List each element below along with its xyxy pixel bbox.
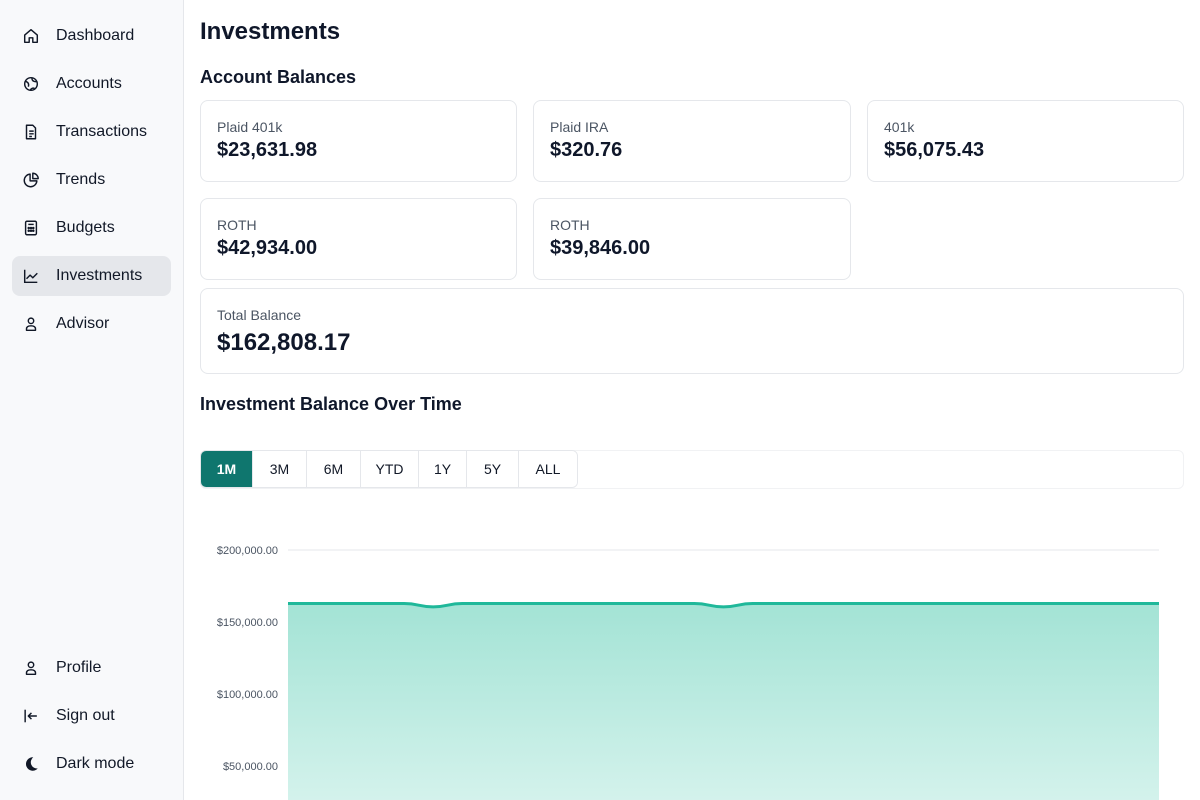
sidebar-item-label: Accounts	[56, 75, 122, 92]
chart-title: Investment Balance Over Time	[200, 394, 462, 414]
receipt-icon	[22, 123, 40, 141]
page-title: Investments	[200, 18, 341, 45]
sidebar-item-dark-mode[interactable]: Dark mode	[12, 744, 171, 784]
home-icon	[22, 27, 40, 45]
account-card[interactable]: ROTH $42,934.00	[200, 198, 517, 280]
total-balance-label: Total Balance	[217, 307, 302, 323]
line-chart-icon	[22, 267, 40, 285]
account-card[interactable]: Plaid 401k $23,631.98	[200, 100, 517, 182]
account-name: ROTH	[550, 217, 590, 233]
sidebar: Dashboard Accounts Transactions Trends Budge…	[0, 0, 184, 800]
y-tick-label: $200,000.00	[217, 545, 278, 557]
sidebar-item-label: Budgets	[56, 219, 115, 236]
calculator-icon	[22, 219, 40, 237]
sidebar-item-label: Sign out	[56, 707, 115, 724]
sidebar-item-sign-out[interactable]: Sign out	[12, 696, 171, 736]
sidebar-item-dashboard[interactable]: Dashboard	[12, 16, 171, 56]
total-balance-value: $162,808.17	[217, 329, 351, 356]
range-button-ytd[interactable]: YTD	[361, 451, 419, 487]
sidebar-item-label: Advisor	[56, 315, 110, 332]
y-tick-label: $50,000.00	[223, 761, 278, 773]
investment-balance-chart: $200,000.00 $150,000.00 $100,000.00 $50,000…	[217, 545, 1159, 800]
pie-chart-icon	[22, 171, 40, 189]
moon-icon	[22, 755, 40, 773]
sidebar-item-advisor[interactable]: Advisor	[12, 304, 171, 344]
sidebar-item-label: Profile	[56, 659, 102, 676]
range-button-1m[interactable]: 1M	[201, 451, 253, 487]
total-balance-card: Total Balance $162,808.17	[200, 288, 1184, 374]
range-button-6m[interactable]: 6M	[307, 451, 361, 487]
account-card[interactable]: ROTH $39,846.00	[533, 198, 851, 280]
globe-icon	[22, 75, 40, 93]
sidebar-item-label: Transactions	[56, 123, 147, 140]
account-balances-title: Account Balances	[200, 67, 357, 87]
user-icon	[22, 315, 40, 333]
account-card[interactable]: 401k $56,075.43	[867, 100, 1184, 182]
main-content: Investments Account Balances Plaid 401k …	[200, 0, 1184, 800]
user-icon	[22, 659, 40, 677]
y-tick-label: $150,000.00	[217, 617, 278, 629]
sidebar-item-accounts[interactable]: Accounts	[12, 64, 171, 104]
sidebar-item-label: Dark mode	[56, 755, 135, 772]
sidebar-item-transactions[interactable]: Transactions	[12, 112, 171, 152]
account-balance: $42,934.00	[217, 237, 318, 259]
account-card[interactable]: Plaid IRA $320.76	[533, 100, 851, 182]
sidebar-item-trends[interactable]: Trends	[12, 160, 171, 200]
account-name: ROTH	[217, 217, 257, 233]
range-button-1y[interactable]: 1Y	[419, 451, 467, 487]
account-name: Plaid IRA	[550, 119, 609, 135]
range-button-5y[interactable]: 5Y	[467, 451, 519, 487]
sidebar-item-budgets[interactable]: Budgets	[12, 208, 171, 248]
account-balance: $320.76	[550, 139, 623, 161]
account-balance: $56,075.43	[884, 139, 985, 161]
range-button-3m[interactable]: 3M	[253, 451, 307, 487]
sidebar-item-label: Dashboard	[56, 27, 135, 44]
account-name: 401k	[884, 119, 915, 135]
sidebar-item-investments[interactable]: Investments	[12, 256, 171, 296]
sidebar-item-label: Trends	[56, 171, 106, 188]
account-balance: $23,631.98	[217, 139, 318, 161]
time-range-selector: 1M 3M 6M YTD 1Y 5Y ALL	[200, 450, 578, 488]
account-name: Plaid 401k	[217, 119, 283, 135]
sign-out-icon	[22, 707, 40, 725]
y-tick-label: $100,000.00	[217, 689, 278, 701]
balance-area	[288, 603, 1159, 800]
sidebar-item-label: Investments	[56, 267, 143, 284]
account-balance: $39,846.00	[550, 237, 651, 259]
sidebar-item-profile[interactable]: Profile	[12, 648, 171, 688]
range-button-all[interactable]: ALL	[519, 451, 577, 487]
